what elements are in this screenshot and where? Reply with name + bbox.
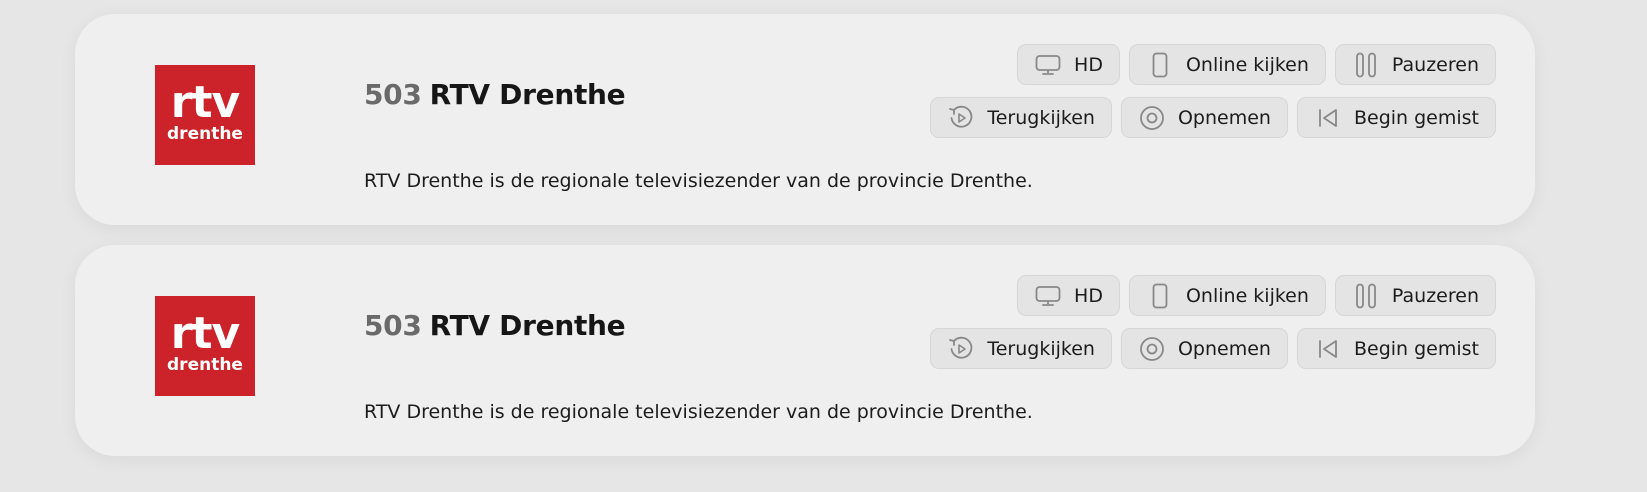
monitor-icon bbox=[1034, 282, 1062, 310]
logo-text-top: rtv bbox=[170, 308, 240, 359]
terugkijken-button[interactable]: Terugkijken bbox=[930, 328, 1112, 369]
terugkijken-button[interactable]: Terugkijken bbox=[930, 97, 1112, 138]
opnemen-label: Opnemen bbox=[1177, 337, 1271, 360]
hd-label: HD bbox=[1074, 284, 1103, 307]
phone-icon bbox=[1146, 51, 1174, 79]
begin-gemist-button[interactable]: Begin gemist bbox=[1296, 328, 1496, 369]
replay-icon bbox=[947, 335, 975, 363]
begin-gemist-button[interactable]: Begin gemist bbox=[1296, 97, 1496, 138]
channel-number: 503 bbox=[364, 78, 422, 111]
logo-text-bottom: drenthe bbox=[167, 124, 243, 144]
channel-name: RTV Drenthe bbox=[429, 309, 626, 342]
begin-gemist-label: Begin gemist bbox=[1353, 337, 1479, 360]
online-kijken-button[interactable]: Online kijken bbox=[1128, 44, 1326, 85]
hd-button[interactable]: HD bbox=[1017, 44, 1120, 85]
feature-row-1: HD Online kijken Pauzeren bbox=[1017, 44, 1496, 85]
online-kijken-button[interactable]: Online kijken bbox=[1128, 275, 1326, 316]
channel-description: RTV Drenthe is de regionale televisiezen… bbox=[364, 401, 1033, 423]
channel-title: 503 RTV Drenthe bbox=[364, 309, 626, 342]
channel-card[interactable]: rtv drenthe 503 RTV Drenthe HD Online kij… bbox=[75, 14, 1535, 225]
channel-list: rtv drenthe 503 RTV Drenthe HD Online kij… bbox=[0, 0, 1647, 492]
hd-button[interactable]: HD bbox=[1017, 275, 1120, 316]
pauzeren-label: Pauzeren bbox=[1391, 53, 1479, 76]
feature-row-1: HD Online kijken Pauzeren bbox=[1017, 275, 1496, 316]
phone-icon bbox=[1146, 282, 1174, 310]
channel-title: 503 RTV Drenthe bbox=[364, 78, 626, 111]
terugkijken-label: Terugkijken bbox=[987, 337, 1095, 360]
logo-text-top: rtv bbox=[170, 77, 240, 128]
record-icon bbox=[1138, 335, 1166, 363]
logo-text-bottom: drenthe bbox=[167, 355, 243, 375]
channel-description: RTV Drenthe is de regionale televisiezen… bbox=[364, 170, 1033, 192]
channel-number: 503 bbox=[364, 309, 422, 342]
begin-gemist-label: Begin gemist bbox=[1353, 106, 1479, 129]
monitor-icon bbox=[1034, 51, 1062, 79]
feature-row-2: Terugkijken Opnemen Begin gemist bbox=[930, 328, 1496, 369]
record-icon bbox=[1138, 104, 1166, 132]
skip-back-icon bbox=[1314, 335, 1342, 363]
opnemen-label: Opnemen bbox=[1177, 106, 1271, 129]
pause-icon bbox=[1352, 282, 1380, 310]
terugkijken-label: Terugkijken bbox=[987, 106, 1095, 129]
opnemen-button[interactable]: Opnemen bbox=[1120, 328, 1288, 369]
online-kijken-label: Online kijken bbox=[1185, 53, 1309, 76]
skip-back-icon bbox=[1314, 104, 1342, 132]
hd-label: HD bbox=[1074, 53, 1103, 76]
pauzeren-button[interactable]: Pauzeren bbox=[1334, 44, 1496, 85]
channel-card[interactable]: rtv drenthe 503 RTV Drenthe HD Online kij… bbox=[75, 245, 1535, 456]
replay-icon bbox=[947, 104, 975, 132]
channel-logo: rtv drenthe bbox=[155, 296, 255, 396]
feature-row-2: Terugkijken Opnemen Begin gemist bbox=[930, 97, 1496, 138]
channel-name: RTV Drenthe bbox=[429, 78, 626, 111]
online-kijken-label: Online kijken bbox=[1185, 284, 1309, 307]
pauzeren-button[interactable]: Pauzeren bbox=[1334, 275, 1496, 316]
pauzeren-label: Pauzeren bbox=[1391, 284, 1479, 307]
pause-icon bbox=[1352, 51, 1380, 79]
opnemen-button[interactable]: Opnemen bbox=[1120, 97, 1288, 138]
channel-logo: rtv drenthe bbox=[155, 65, 255, 165]
